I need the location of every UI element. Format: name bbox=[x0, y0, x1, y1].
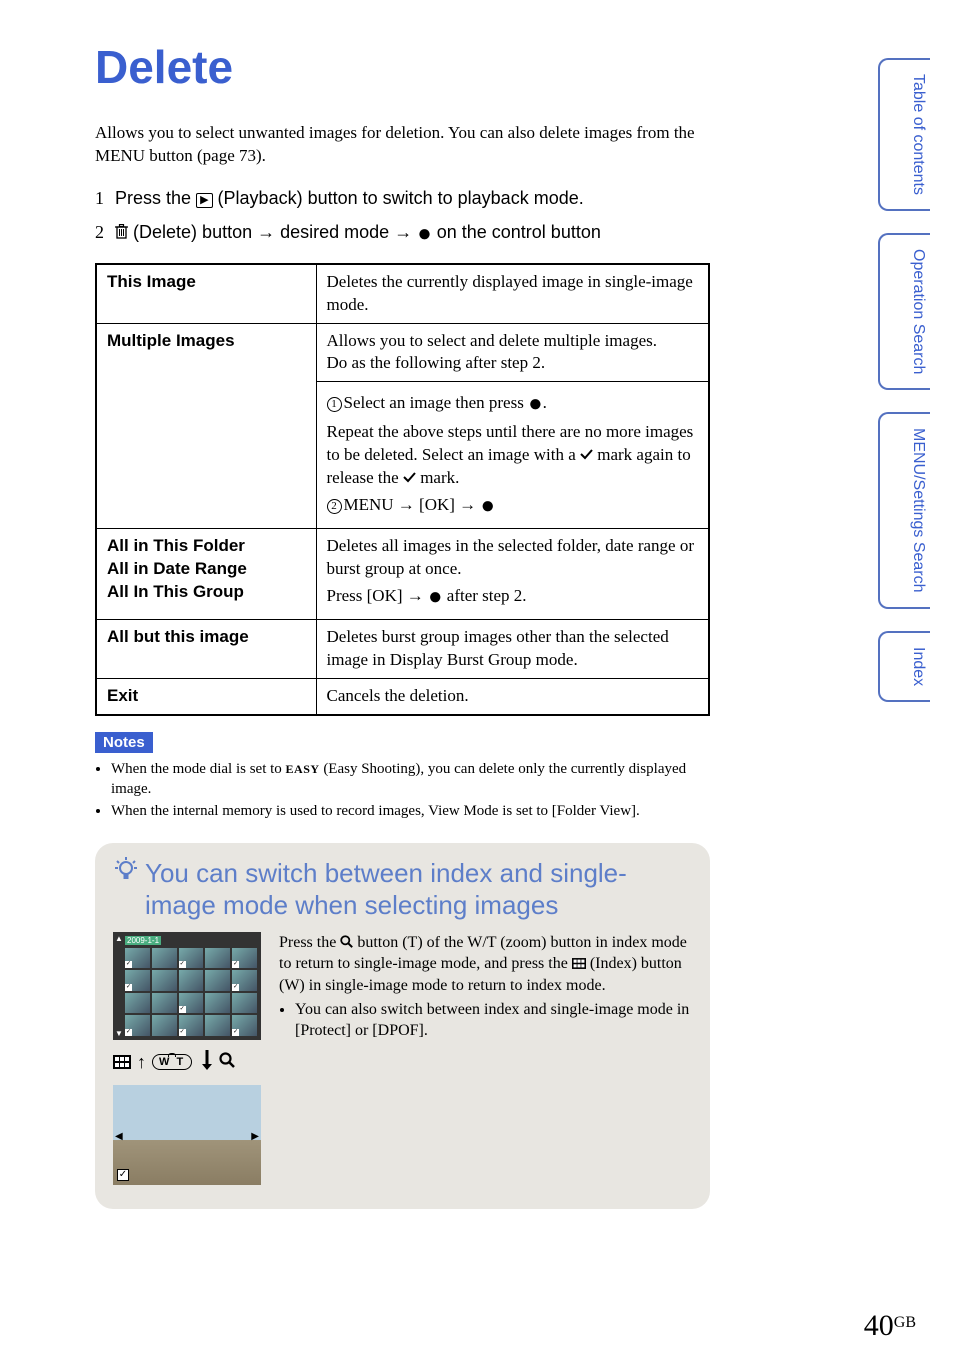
playback-icon: ▶ bbox=[196, 193, 212, 208]
center-button-icon: ● bbox=[428, 584, 443, 610]
index-icon bbox=[113, 1055, 131, 1069]
down-triangle-icon: ▼ bbox=[115, 1029, 123, 1038]
step-2: 2 (Delete) button → desired mode → ● on … bbox=[95, 217, 710, 251]
step2-mid: desired mode bbox=[280, 222, 394, 242]
tab-index[interactable]: Index bbox=[878, 631, 930, 702]
option-desc: Allows you to select and delete multiple… bbox=[316, 323, 709, 382]
check-icon bbox=[403, 468, 416, 487]
arrow-icon: → bbox=[394, 222, 412, 242]
trash-icon bbox=[115, 224, 128, 245]
easy-icon: EASY bbox=[286, 762, 320, 776]
option-desc: Deletes burst group images other than th… bbox=[316, 620, 709, 679]
prev-icon: ◀ bbox=[115, 1131, 123, 1142]
lightbulb-icon bbox=[115, 857, 137, 891]
arrow-icon: → bbox=[257, 222, 275, 242]
option-label: All in This Folder All in Date Range All… bbox=[96, 529, 316, 620]
date-tab: 2009-1-1 bbox=[125, 936, 161, 945]
step-1: 1 Press the ▶ (Playback) button to switc… bbox=[95, 186, 710, 211]
table-row: All but this image Deletes burst group i… bbox=[96, 620, 709, 679]
option-label: Exit bbox=[96, 679, 316, 715]
option-label: All but this image bbox=[96, 620, 316, 679]
tip-title: You can switch between index and single-… bbox=[113, 857, 692, 922]
substep-1-marker: 1 bbox=[327, 397, 342, 412]
option-desc: Deletes all images in the selected folde… bbox=[316, 529, 709, 620]
intro-text: Allows you to select unwanted images for… bbox=[95, 122, 710, 168]
step1-suffix: (Playback) button to switch to playback … bbox=[218, 188, 584, 208]
table-row: This Image Deletes the currently display… bbox=[96, 264, 709, 323]
index-icon bbox=[572, 955, 586, 972]
option-label: This Image bbox=[96, 264, 316, 323]
step1-prefix: Press the bbox=[115, 188, 196, 208]
option-desc: Deletes the currently displayed image in… bbox=[316, 264, 709, 323]
index-view-illustration: ▲ ▼ 2009-1-1 ✓✓✓ ✓✓ ✓ ✓✓✓ bbox=[113, 932, 261, 1040]
tab-table-of-contents[interactable]: Table of contents bbox=[878, 58, 930, 211]
delete-options-table: This Image Deletes the currently display… bbox=[95, 263, 710, 716]
table-row: Exit Cancels the deletion. bbox=[96, 679, 709, 715]
note-item: When the mode dial is set to EASY (Easy … bbox=[111, 759, 710, 800]
checkbox-icon: ✓ bbox=[117, 1169, 129, 1181]
page-title: Delete bbox=[95, 40, 710, 94]
zoom-lever-icon: W T bbox=[152, 1054, 192, 1070]
center-button-icon: ● bbox=[528, 391, 543, 417]
next-icon: ▶ bbox=[251, 1131, 259, 1142]
center-button-icon: ● bbox=[480, 493, 495, 519]
tip-box: You can switch between index and single-… bbox=[95, 843, 710, 1209]
option-desc: Cancels the deletion. bbox=[316, 679, 709, 715]
down-arrow-icon bbox=[201, 1050, 213, 1075]
substep-2-marker: 2 bbox=[327, 499, 342, 514]
tip-sub-note: You can also switch between index and si… bbox=[295, 999, 692, 1042]
notes-list: When the mode dial is set to EASY (Easy … bbox=[95, 759, 710, 821]
tab-menu-settings-search[interactable]: MENU/Settings Search bbox=[878, 412, 930, 609]
option-substeps: 1Select an image then press ●. Repeat th… bbox=[316, 382, 709, 529]
magnify-icon bbox=[340, 934, 353, 951]
step2-suffix: on the control button bbox=[437, 222, 601, 242]
table-row: Multiple Images Allows you to select and… bbox=[96, 323, 709, 382]
note-item: When the internal memory is used to reco… bbox=[111, 801, 710, 821]
option-label: Multiple Images bbox=[96, 323, 316, 528]
magnify-icon bbox=[219, 1052, 235, 1073]
single-image-illustration: ◀ ▶ ✓ bbox=[113, 1085, 261, 1185]
notes-badge: Notes bbox=[95, 732, 153, 753]
tab-operation-search[interactable]: Operation Search bbox=[878, 233, 930, 390]
up-arrow-icon: ↑ bbox=[137, 1052, 146, 1073]
check-icon bbox=[580, 445, 593, 464]
tip-body-text: Press the button (T) of the W/T (zoom) b… bbox=[279, 932, 692, 1185]
tip-illustration: ▲ ▼ 2009-1-1 ✓✓✓ ✓✓ ✓ ✓✓✓ ↑ W T bbox=[113, 932, 263, 1185]
step2-prefix: (Delete) button bbox=[133, 222, 257, 242]
up-triangle-icon: ▲ bbox=[115, 934, 123, 943]
center-button-icon: ● bbox=[417, 220, 432, 247]
page-number: 40GB bbox=[864, 1309, 916, 1343]
table-row: All in This Folder All in Date Range All… bbox=[96, 529, 709, 620]
